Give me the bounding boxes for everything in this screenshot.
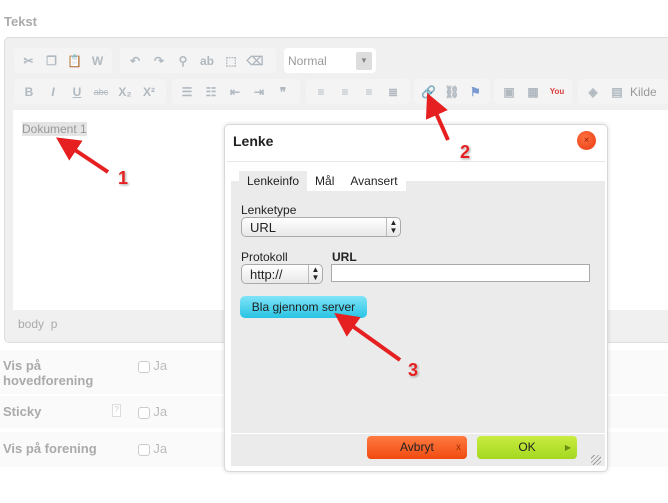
arrow-2 <box>425 93 450 141</box>
arrow-1 <box>56 137 110 174</box>
annotation-2: 2 <box>460 142 471 162</box>
arrow-3 <box>334 313 402 362</box>
annotation-3: 3 <box>408 360 419 380</box>
annotation-1: 1 <box>118 168 129 188</box>
annotation-arrows <box>56 93 450 362</box>
